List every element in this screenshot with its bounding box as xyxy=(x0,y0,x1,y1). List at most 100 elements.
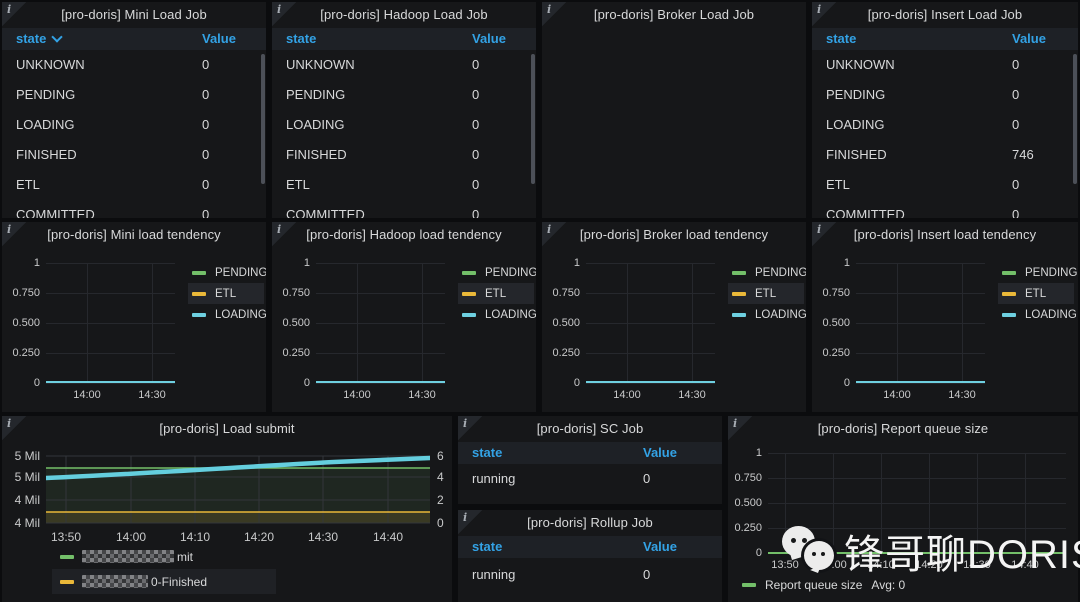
column-header-state[interactable]: state xyxy=(826,28,856,50)
panel-info-icon[interactable]: i xyxy=(458,416,482,440)
table-scrollbar[interactable] xyxy=(261,54,265,184)
panel-title[interactable]: [pro-doris] Load submit xyxy=(2,421,452,436)
legend-item-loading[interactable]: LOADING xyxy=(458,304,536,325)
watermark: 锋哥聊DORIS数仓 xyxy=(776,522,1080,581)
column-header-state[interactable]: state xyxy=(286,28,316,50)
gridline xyxy=(962,263,963,383)
column-header-value[interactable]: Value xyxy=(202,28,236,50)
legend-label-suffix: 0-Finished xyxy=(151,574,208,589)
panel-title[interactable]: [pro-doris] Insert Load Job xyxy=(812,7,1078,22)
x-axis-tick: 14:30 xyxy=(307,530,339,544)
panel-broker-load-tendency: i [pro-doris] Broker load tendency 1 0.7… xyxy=(542,222,806,412)
legend-color-icon xyxy=(192,312,206,317)
panel-title[interactable]: [pro-doris] Insert load tendency xyxy=(812,227,1078,242)
y-axis-tick: 0.250 xyxy=(822,347,850,359)
panel-info-icon[interactable]: i xyxy=(2,222,26,246)
panel-broker-load-job: i [pro-doris] Broker Load Job xyxy=(542,2,806,218)
table-row: ETL 0 xyxy=(16,177,210,192)
x-axis-tick: 14:00 xyxy=(343,389,371,401)
y-axis-tick-left: 5 Mil xyxy=(14,470,40,484)
legend-color-icon xyxy=(742,583,756,587)
column-header-state[interactable]: state xyxy=(16,28,64,50)
legend-item-pending[interactable]: PENDING xyxy=(728,262,806,283)
table-row: LOADING 0 xyxy=(286,117,480,132)
gridline xyxy=(316,353,445,354)
panel-title[interactable]: [pro-doris] SC Job xyxy=(458,421,722,436)
y-axis-tick: 1 xyxy=(755,447,762,459)
table-row: ETL 0 xyxy=(826,177,1020,192)
panel-info-icon[interactable]: i xyxy=(812,222,836,246)
table-row: FINISHED 0 xyxy=(16,147,210,162)
legend-item-loading[interactable]: LOADING xyxy=(998,304,1077,325)
panel-title[interactable]: [pro-doris] Report queue size xyxy=(728,421,1078,436)
legend-color-icon xyxy=(60,554,74,559)
panel-info-icon[interactable]: i xyxy=(2,416,26,440)
panel-info-icon[interactable]: i xyxy=(272,2,296,26)
panel-info-icon[interactable]: i xyxy=(728,416,752,440)
gridline xyxy=(422,263,423,383)
legend-item-etl[interactable]: ETL xyxy=(998,283,1074,304)
table-scrollbar[interactable] xyxy=(1073,54,1077,184)
legend-item-etl[interactable]: ETL xyxy=(188,283,264,304)
gridline xyxy=(357,263,358,383)
loading-series-line xyxy=(316,381,445,383)
column-header-state[interactable]: state xyxy=(472,442,502,464)
legend-item-censored-finished[interactable]: 0-Finished xyxy=(52,569,276,594)
panel-title[interactable]: [pro-doris] Broker Load Job xyxy=(542,7,806,22)
panel-info-icon[interactable]: i xyxy=(272,222,296,246)
column-header-value[interactable]: Value xyxy=(643,536,677,558)
panel-title[interactable]: [pro-doris] Mini Load Job xyxy=(2,7,266,22)
column-header-value[interactable]: Value xyxy=(643,442,677,464)
panel-info-icon[interactable]: i xyxy=(812,2,836,26)
legend-color-icon xyxy=(732,312,746,317)
table-row: UNKNOWN 0 xyxy=(16,57,210,72)
legend-item-pending[interactable]: PENDING xyxy=(458,262,536,283)
legend-item-censored-submit[interactable]: mit xyxy=(52,544,276,569)
legend-color-icon xyxy=(1002,291,1016,296)
panel-info-icon[interactable]: i xyxy=(542,2,566,26)
panel-title[interactable]: [pro-doris] Rollup Job xyxy=(458,515,722,530)
gridline xyxy=(768,503,1066,504)
y-axis-tick: 0.750 xyxy=(282,287,310,299)
legend-item-loading[interactable]: LOADING xyxy=(728,304,806,325)
panel-load-submit: i [pro-doris] Load submit 5 Mil 5 Mil 4 … xyxy=(2,416,452,602)
column-header-value[interactable]: Value xyxy=(1012,28,1046,50)
y-axis-tick: 0.750 xyxy=(734,472,762,484)
chart-legend: PENDING ETL LOADING xyxy=(188,262,266,325)
column-header-value[interactable]: Value xyxy=(472,28,506,50)
panel-title[interactable]: [pro-doris] Hadoop load tendency xyxy=(272,227,536,242)
chart-legend: PENDING ETL LOADING xyxy=(728,262,806,325)
legend-item-etl[interactable]: ETL xyxy=(728,283,804,304)
y-axis-tick: 1 xyxy=(843,257,850,269)
panel-title[interactable]: [pro-doris] Mini load tendency xyxy=(2,227,266,242)
sort-chevron-down-icon xyxy=(51,31,64,43)
legend-item-pending[interactable]: PENDING xyxy=(998,262,1077,283)
grafana-dashboard: i [pro-doris] Mini Load Job state Value … xyxy=(0,0,1080,602)
panel-title[interactable]: [pro-doris] Broker load tendency xyxy=(542,227,806,242)
x-axis-tick: 14:30 xyxy=(678,389,706,401)
panel-info-icon[interactable]: i xyxy=(2,2,26,26)
gridline xyxy=(316,323,445,324)
panel-title[interactable]: [pro-doris] Hadoop Load Job xyxy=(272,7,536,22)
gridline xyxy=(856,323,985,324)
watermark-text: 锋哥聊DORIS数仓 xyxy=(844,533,1080,577)
legend-item-loading[interactable]: LOADING xyxy=(188,304,266,325)
gridline xyxy=(627,263,628,383)
table-row: COMMITTED 0 xyxy=(826,207,1020,218)
gridline xyxy=(46,293,175,294)
panel-info-icon[interactable]: i xyxy=(458,510,482,534)
legend-color-icon xyxy=(462,270,476,275)
legend-item-etl[interactable]: ETL xyxy=(458,283,534,304)
legend-item-pending[interactable]: PENDING xyxy=(188,262,266,283)
y-axis-tick: 0.250 xyxy=(552,347,580,359)
wechat-icon xyxy=(776,523,840,581)
y-axis-tick: 0.250 xyxy=(12,347,40,359)
column-header-state[interactable]: state xyxy=(472,536,502,558)
table-scrollbar[interactable] xyxy=(531,54,535,184)
y-axis-tick-right: 4 xyxy=(437,470,444,484)
table-header: state Value xyxy=(272,28,536,50)
panel-info-icon[interactable]: i xyxy=(542,222,566,246)
table-row: ETL 0 xyxy=(286,177,480,192)
legend-color-icon xyxy=(192,291,206,296)
y-axis-tick: 0.750 xyxy=(12,287,40,299)
